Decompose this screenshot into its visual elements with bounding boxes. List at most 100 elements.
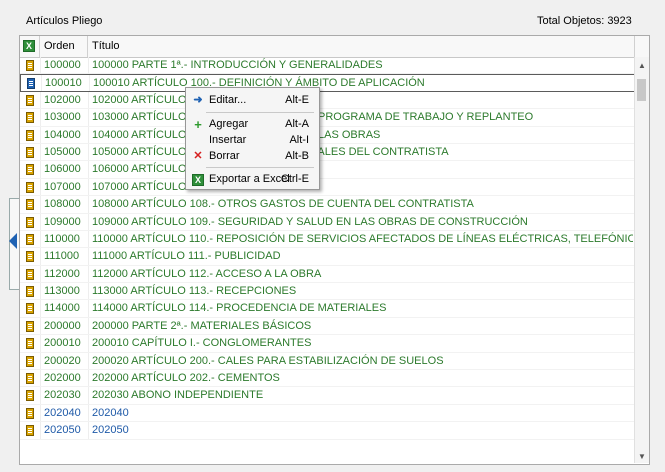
cell-orden[interactable]: 100010 xyxy=(41,75,89,91)
cell-orden[interactable]: 202030 xyxy=(40,387,88,404)
table-row[interactable]: 113000 113000 ARTÍCULO 113.- RECEPCIONES xyxy=(20,283,649,301)
row-indicator[interactable] xyxy=(20,214,39,230)
cell-orden[interactable]: 109000 xyxy=(40,213,88,230)
cell-titulo[interactable]: 103000 ARTÍCULO 103. PROGRAMA DE TRABAJO… xyxy=(88,109,633,126)
cell-titulo[interactable]: 104000 ARTÍCULO 104. LAS OBRAS xyxy=(88,126,633,143)
table-row[interactable]: 200020 200020 ARTÍCULO 200.- CALES PARA E… xyxy=(20,352,649,371)
cell-orden[interactable]: 112000 xyxy=(40,265,88,283)
cell-titulo[interactable]: 113000 ARTÍCULO 113.- RECEPCIONES xyxy=(88,283,633,300)
cell-titulo[interactable]: 108000 ARTÍCULO 108.- OTROS GASTOS DE CU… xyxy=(88,196,633,213)
cell-orden[interactable]: 200000 xyxy=(40,317,88,335)
cell-orden[interactable]: 202050 xyxy=(40,422,88,439)
cell-orden[interactable]: 108000 xyxy=(40,196,88,213)
cell-titulo[interactable]: 109000 ARTÍCULO 109.- SEGURIDAD Y SALUD … xyxy=(88,213,633,230)
row-indicator[interactable] xyxy=(20,387,39,403)
menu-item-insertar[interactable]: Insertar Alt-I xyxy=(186,132,317,149)
vertical-scrollbar[interactable]: ▲ ▼ xyxy=(634,57,649,463)
collapse-arrow-icon[interactable] xyxy=(9,233,17,249)
row-indicator[interactable] xyxy=(20,248,39,264)
menu-item-borrar[interactable]: ✕ Borrar Alt-B xyxy=(186,148,317,165)
column-header-orden[interactable]: Orden xyxy=(40,36,88,57)
cell-orden[interactable]: 103000 xyxy=(40,109,88,126)
table-row[interactable]: 103000103000 ARTÍCULO 103. PROGRAMA DE T… xyxy=(20,109,649,127)
table-row[interactable]: 111000 111000 ARTÍCULO 111.- PUBLICIDAD xyxy=(20,248,649,266)
cell-titulo[interactable]: 100010 ARTÍCULO 100.- DEFINICIÓN Y ÁMBIT… xyxy=(89,75,634,91)
scroll-down-icon[interactable]: ▼ xyxy=(638,452,646,461)
scroll-thumb[interactable] xyxy=(637,79,646,101)
cell-titulo[interactable]: 202050 xyxy=(88,422,633,439)
row-indicator[interactable] xyxy=(21,75,40,90)
column-header-titulo[interactable]: Título xyxy=(88,36,635,57)
row-indicator[interactable] xyxy=(20,196,39,212)
row-indicator[interactable] xyxy=(20,57,39,73)
table-row[interactable]: 102000 102000 ARTÍCULO 102. xyxy=(20,91,649,110)
cell-titulo[interactable]: 107000 ARTÍCULO 107.- OFICINA DE OBRA xyxy=(88,178,633,196)
cell-titulo[interactable]: 111000 ARTÍCULO 111.- PUBLICIDAD xyxy=(88,248,633,265)
table-row[interactable]: 104000104000 ARTÍCULO 104. LAS OBRAS xyxy=(20,126,649,144)
row-indicator[interactable] xyxy=(20,92,39,108)
cell-titulo[interactable]: 200010 CAPÍTULO I.- CONGLOMERANTES xyxy=(88,335,633,352)
table-row[interactable]: 100000 100000 PARTE 1ª.- INTRODUCCIÓN Y G… xyxy=(20,57,649,75)
cell-orden[interactable]: 105000 xyxy=(40,143,88,161)
row-indicator[interactable] xyxy=(20,300,39,316)
table-row[interactable]: 105000105000 ARTÍCULO 105. ALES DEL CONT… xyxy=(20,143,649,162)
table-row[interactable]: 110000 110000 ARTÍCULO 110.- REPOSICIÓN D… xyxy=(20,230,649,249)
articles-grid[interactable]: X Orden Título 100000 100000 PARTE 1ª.- I… xyxy=(19,35,650,465)
cell-orden[interactable]: 111000 xyxy=(40,248,88,265)
cell-titulo[interactable]: 202040 xyxy=(88,404,633,422)
cell-titulo[interactable]: 202000 ARTÍCULO 202.- CEMENTOS xyxy=(88,370,633,387)
row-indicator[interactable] xyxy=(20,405,39,421)
cell-titulo[interactable]: 200020 ARTÍCULO 200.- CALES PARA ESTABIL… xyxy=(88,352,633,370)
row-indicator[interactable] xyxy=(20,179,39,195)
table-row[interactable]: 107000107000 ARTÍCULO 107.- OFICINA DE O… xyxy=(20,178,649,197)
table-row[interactable]: 200010 200010 CAPÍTULO I.- CONGLOMERANTES xyxy=(20,335,649,353)
cell-orden[interactable]: 113000 xyxy=(40,283,88,300)
cell-titulo[interactable]: 105000 ARTÍCULO 105. ALES DEL CONTRATIST… xyxy=(88,143,633,161)
row-indicator[interactable] xyxy=(20,422,39,438)
row-indicator[interactable] xyxy=(20,335,39,351)
cell-titulo[interactable]: 114000 ARTÍCULO 114.- PROCEDENCIA DE MAT… xyxy=(88,300,633,317)
menu-item-editar[interactable]: ➜ Editar... Alt-E xyxy=(186,92,317,109)
cell-orden[interactable]: 200010 xyxy=(40,335,88,352)
row-indicator[interactable] xyxy=(20,266,39,282)
table-row[interactable]: 202050 202050 xyxy=(20,422,649,440)
cell-orden[interactable]: 100000 xyxy=(40,57,88,74)
cell-titulo[interactable]: 100000 PARTE 1ª.- INTRODUCCIÓN Y GENERAL… xyxy=(88,57,633,74)
cell-titulo[interactable]: 200000 PARTE 2ª.- MATERIALES BÁSICOS xyxy=(88,317,633,335)
cell-titulo[interactable]: 102000 ARTÍCULO 102. xyxy=(88,91,633,109)
table-row[interactable]: 202000 202000 ARTÍCULO 202.- CEMENTOS xyxy=(20,370,649,388)
table-row[interactable]: 109000 109000 ARTÍCULO 109.- SEGURIDAD Y … xyxy=(20,213,649,231)
menu-item-exportar-excel[interactable]: X Exportar a Excel Ctrl-E xyxy=(186,171,317,188)
row-indicator[interactable] xyxy=(20,231,39,247)
cell-orden[interactable]: 104000 xyxy=(40,126,88,143)
cell-orden[interactable]: 202040 xyxy=(40,404,88,422)
cell-orden[interactable]: 102000 xyxy=(40,91,88,109)
row-indicator[interactable] xyxy=(20,318,39,334)
table-row[interactable]: 112000 112000 ARTÍCULO 112.- ACCESO A LA … xyxy=(20,265,649,284)
scroll-up-icon[interactable]: ▲ xyxy=(638,61,646,70)
table-row[interactable]: 202030 202030 ABONO INDEPENDIENTE xyxy=(20,387,649,405)
cell-orden[interactable]: 107000 xyxy=(40,178,88,196)
cell-titulo[interactable]: 112000 ARTÍCULO 112.- ACCESO A LA OBRA xyxy=(88,265,633,283)
cell-orden[interactable]: 202000 xyxy=(40,370,88,387)
row-indicator[interactable] xyxy=(20,109,39,125)
menu-item-agregar[interactable]: + Agregar Alt-A xyxy=(186,116,317,133)
row-indicator[interactable] xyxy=(20,161,39,177)
export-excel-header-button[interactable]: X xyxy=(20,36,40,57)
row-indicator[interactable] xyxy=(20,353,39,369)
table-row[interactable]: 106000 106000 ARTÍCULO 106. xyxy=(20,161,649,179)
cell-orden[interactable]: 114000 xyxy=(40,300,88,317)
row-indicator[interactable] xyxy=(20,370,39,386)
cell-titulo[interactable]: 110000 ARTÍCULO 110.- REPOSICIÓN DE SERV… xyxy=(88,230,633,248)
cell-titulo[interactable]: 106000 ARTÍCULO 106. xyxy=(88,161,633,178)
cell-orden[interactable]: 110000 xyxy=(40,230,88,248)
row-indicator[interactable] xyxy=(20,283,39,299)
table-row[interactable]: 108000 108000 ARTÍCULO 108.- OTROS GASTOS… xyxy=(20,196,649,214)
cell-orden[interactable]: 200020 xyxy=(40,352,88,370)
table-row[interactable]: 114000 114000 ARTÍCULO 114.- PROCEDENCIA … xyxy=(20,300,649,318)
row-indicator[interactable] xyxy=(20,144,39,160)
cell-titulo[interactable]: 202030 ABONO INDEPENDIENTE xyxy=(88,387,633,404)
table-row[interactable]: 202040 202040 xyxy=(20,404,649,423)
table-row[interactable]: 200000 200000 PARTE 2ª.- MATERIALES BÁSIC… xyxy=(20,317,649,336)
table-row-selected[interactable]: 100010 100010 ARTÍCULO 100.- DEFINICIÓN Y… xyxy=(20,74,649,92)
